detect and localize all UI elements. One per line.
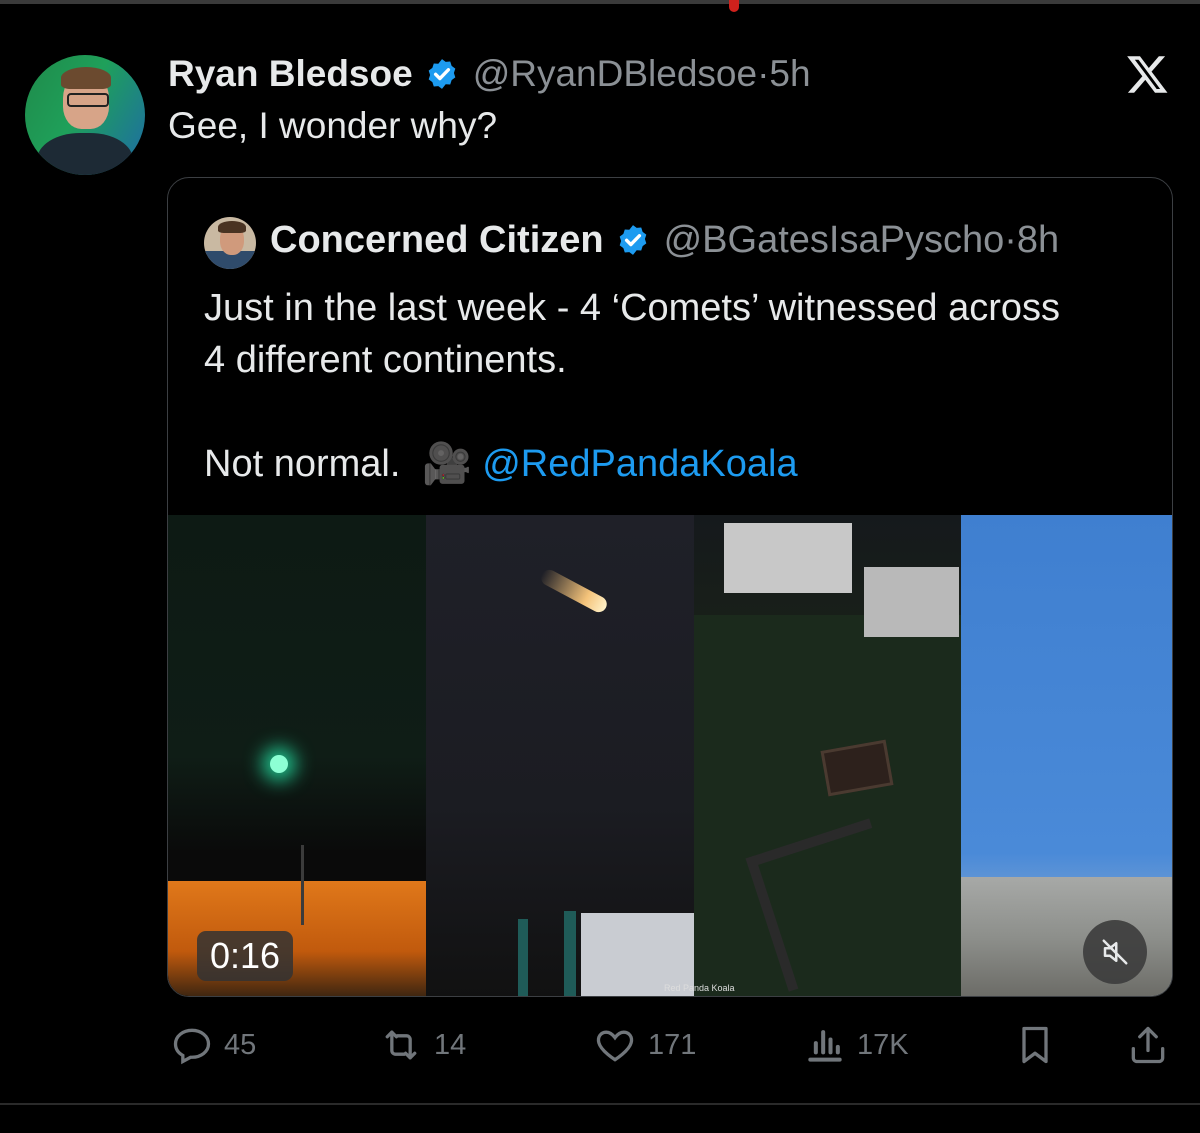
- top-divider: [0, 0, 1200, 4]
- tweet-text: Gee, I wonder why?: [168, 105, 498, 146]
- avatar-hair: [61, 67, 111, 89]
- reply-count: 45: [224, 1028, 257, 1061]
- movie-camera-icon: 🎥: [422, 442, 473, 486]
- tweet-time[interactable]: 5h: [769, 53, 810, 95]
- like-button[interactable]: 171: [592, 1020, 696, 1070]
- repost-icon: [385, 1030, 417, 1060]
- quoted-tweet-text: Just in the last week - 4 ‘Comets’ witne…: [204, 282, 1164, 490]
- share-button[interactable]: [1126, 1020, 1170, 1070]
- time-separator: ·: [757, 53, 770, 94]
- video-player[interactable]: Red Panda Koala 0:16: [168, 515, 1172, 996]
- views-icon: [808, 1030, 842, 1062]
- bookmark-button[interactable]: [1013, 1020, 1057, 1070]
- quoted-author-handle[interactable]: @BGatesIsaPyscho: [664, 219, 1005, 262]
- video-duration: 0:16: [197, 931, 293, 981]
- bottom-divider: [0, 1103, 1200, 1105]
- video-frame-blue-sky: [961, 515, 1172, 996]
- top-marker: [729, 0, 739, 12]
- action-bar: 45 14 171 17K: [0, 1020, 1200, 1070]
- author-name[interactable]: Ryan Bledsoe: [168, 53, 413, 95]
- author-avatar[interactable]: [25, 55, 145, 175]
- heart-icon: [596, 1030, 634, 1062]
- reply-icon: [173, 1028, 211, 1065]
- video-frame-houses: [694, 515, 961, 996]
- quoted-text-line: Not normal. 🎥 @RedPandaKoala: [204, 438, 1164, 490]
- share-icon: [1131, 1026, 1165, 1064]
- views-button[interactable]: 17K: [803, 1020, 909, 1070]
- view-count: 17K: [857, 1028, 909, 1061]
- like-count: 171: [648, 1028, 697, 1061]
- verified-badge-icon: [619, 225, 646, 255]
- avatar-body: [37, 133, 133, 175]
- bookmark-icon: [1022, 1026, 1048, 1064]
- video-frame-green-meteor: [168, 515, 426, 996]
- tower: [518, 919, 528, 996]
- tower: [564, 911, 576, 996]
- quoted-author-avatar[interactable]: [204, 217, 256, 269]
- mute-button[interactable]: [1083, 920, 1147, 984]
- quoted-author-name[interactable]: Concerned Citizen: [270, 219, 604, 262]
- green-meteor: [270, 755, 288, 773]
- quoted-tweet-card[interactable]: Concerned Citizen @BGatesIsaPyscho · 8h …: [167, 177, 1173, 997]
- reply-button[interactable]: 45: [170, 1020, 256, 1070]
- tweet-header: Ryan Bledsoe @RyanDBledsoe · 5h: [168, 52, 811, 96]
- video-frame-night-meteor: [426, 515, 694, 996]
- house: [724, 523, 852, 593]
- mention-link[interactable]: @RedPandaKoala: [482, 438, 797, 490]
- fireball: [538, 567, 610, 615]
- house: [864, 567, 959, 637]
- video-watermark: Red Panda Koala: [664, 983, 735, 993]
- pole: [301, 845, 304, 925]
- author-handle[interactable]: @RyanDBledsoe: [473, 53, 757, 95]
- x-logo-icon[interactable]: [1124, 52, 1171, 96]
- quoted-tweet-header: Concerned Citizen @BGatesIsaPyscho · 8h: [270, 218, 1059, 262]
- quoted-text-line: Just in the last week - 4 ‘Comets’ witne…: [204, 287, 1061, 329]
- repost-count: 14: [434, 1028, 467, 1061]
- quoted-tweet-time[interactable]: 8h: [1017, 219, 1059, 262]
- time-separator: ·: [1004, 218, 1017, 261]
- avatar-hair: [218, 221, 246, 233]
- verified-badge-icon: [428, 59, 456, 89]
- quoted-text-line: 4 different continents.: [204, 339, 567, 381]
- muted-speaker-icon: [1102, 939, 1128, 965]
- avatar-glasses: [67, 93, 109, 107]
- repost-button[interactable]: 14: [378, 1020, 466, 1070]
- quoted-text-not-normal: Not normal.: [204, 443, 401, 485]
